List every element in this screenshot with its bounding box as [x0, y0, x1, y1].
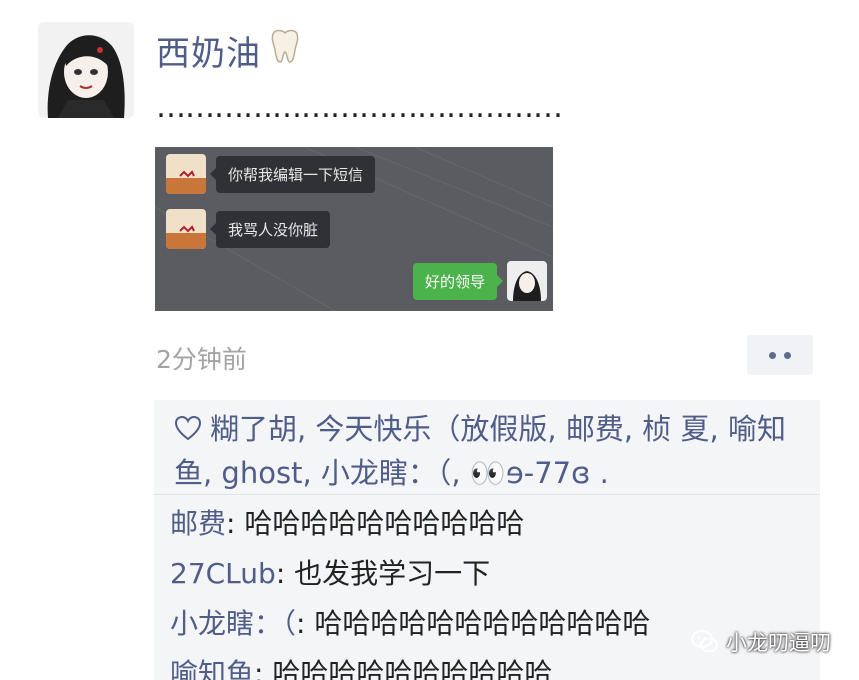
- chat-avatar-left: [166, 209, 206, 249]
- post-timestamp: 2分钟前: [156, 345, 247, 374]
- chat-bubble: 好的领导: [412, 262, 504, 300]
- dot-icon: [769, 351, 776, 359]
- likes-names[interactable]: 糊了胡, 今天快乐（放假版, 邮费, 桢 夏, 喻知鱼, ghost, 小龙瞎：…: [174, 412, 786, 490]
- comment-text: : 哈哈哈哈哈哈哈哈哈哈: [254, 657, 553, 680]
- comment-item[interactable]: 27CLub: 也发我学习一下: [170, 549, 804, 599]
- watermark-text: 小龙叨逼叨: [726, 631, 831, 655]
- poster-nickname[interactable]: 西奶油: [156, 26, 305, 75]
- chat-bubble: 我骂人没你脏: [209, 210, 331, 248]
- chat-bubble: 你帮我编辑一下短信: [209, 155, 376, 193]
- likes-list: 糊了胡, 今天快乐（放假版, 邮费, 桢 夏, 喻知鱼, ghost, 小龙瞎：…: [154, 400, 820, 495]
- comment-text: : 哈哈哈哈哈哈哈哈哈哈: [226, 507, 525, 540]
- post-text: ……………………………………: [156, 90, 563, 125]
- comment-text: : 哈哈哈哈哈哈哈哈哈哈哈哈: [296, 607, 651, 640]
- chat-message-row: 好的领导: [412, 261, 547, 301]
- comment-item[interactable]: 邮费: 哈哈哈哈哈哈哈哈哈哈: [170, 499, 804, 549]
- wechat-icon: [690, 627, 720, 657]
- chat-avatar-left: [166, 154, 206, 194]
- dot-icon: [784, 351, 791, 359]
- comment-text: : 也发我学习一下: [275, 557, 491, 590]
- heart-icon: [174, 410, 202, 452]
- poster-nickname-text: 西奶油: [156, 34, 261, 74]
- watermark: 小龙叨逼叨: [690, 627, 831, 657]
- comment-author[interactable]: 小龙瞎：（: [170, 607, 296, 640]
- post-image-chat-screenshot[interactable]: 你帮我编辑一下短信 我骂人没你脏 好的领导: [155, 147, 553, 311]
- comment-author[interactable]: 邮费: [170, 507, 226, 540]
- chat-message-row: 你帮我编辑一下短信: [166, 154, 376, 194]
- chat-message-row: 我骂人没你脏: [166, 209, 331, 249]
- poster-avatar[interactable]: [38, 22, 134, 118]
- more-actions-button[interactable]: [747, 335, 813, 375]
- comment-author[interactable]: 27CLub: [170, 557, 276, 590]
- comment-author[interactable]: 喻知鱼: [170, 657, 254, 680]
- tooth-icon: [265, 26, 305, 75]
- chat-avatar-right: [507, 261, 547, 301]
